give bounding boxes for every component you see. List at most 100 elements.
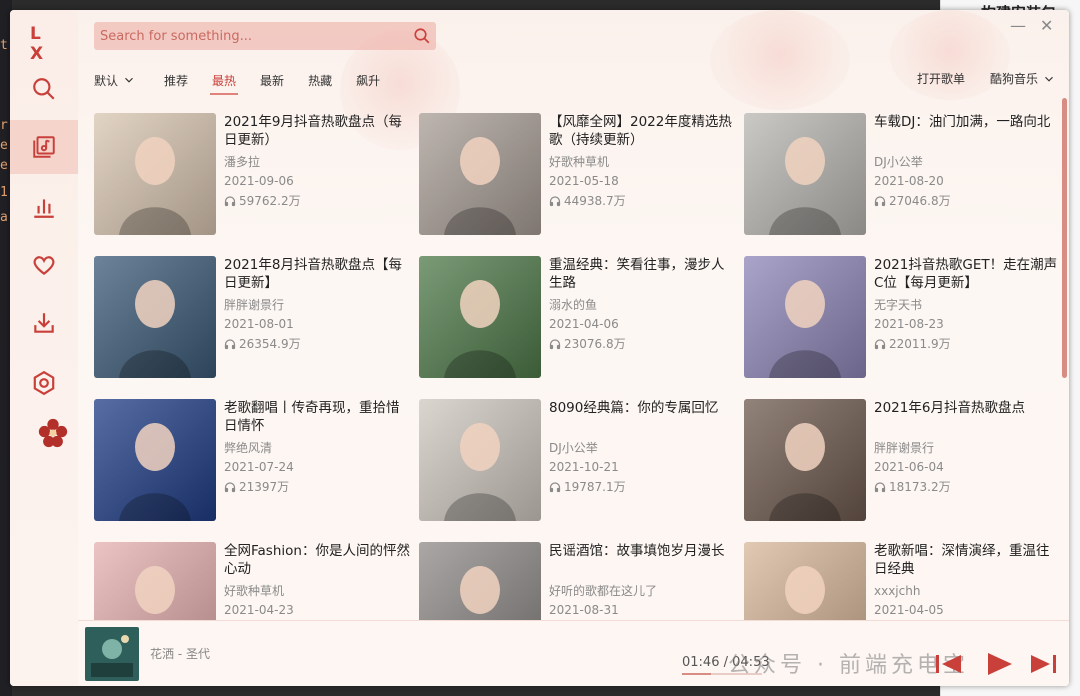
- playlist-cover[interactable]: [744, 399, 866, 521]
- playlist-title[interactable]: 2021年6月抖音热歌盘点: [874, 399, 1060, 435]
- minimize-button[interactable]: —: [1010, 16, 1026, 35]
- app-logo: L X: [30, 24, 52, 64]
- playlist-cover[interactable]: [94, 113, 216, 235]
- playlist-date: 2021-08-31: [549, 603, 619, 617]
- play-count-value: 19787.1万: [564, 480, 626, 494]
- chevron-down-icon: [125, 77, 133, 83]
- open-playlist-button[interactable]: 打开歌单: [917, 70, 965, 87]
- tab-newest[interactable]: 最新: [260, 72, 284, 89]
- playlist-author: 好听的歌都在这儿了: [549, 584, 658, 598]
- now-playing-title[interactable]: 花洒 - 圣代: [150, 645, 210, 662]
- source-dropdown-label: 酷狗音乐: [990, 72, 1039, 86]
- playlist-cover[interactable]: [744, 113, 866, 235]
- playlist-cover[interactable]: [94, 542, 216, 620]
- playlist-title[interactable]: 重温经典：笑看往事，漫步人生路: [549, 256, 735, 292]
- tab-hot-collect[interactable]: 热藏: [308, 72, 332, 89]
- sidebar-item-song-list[interactable]: [10, 120, 78, 174]
- search-icon: [33, 78, 55, 100]
- playlist-title[interactable]: 2021年9月抖音热歌盘点（每日更新）: [224, 113, 410, 149]
- playlist-cover[interactable]: [419, 542, 541, 620]
- progress-fill: [682, 673, 711, 675]
- headphone-icon: [224, 196, 236, 207]
- search-icon[interactable]: [408, 22, 436, 50]
- playlist-card[interactable]: 民谣酒馆：故事填饱岁月漫长好听的歌都在这儿了 2021-08-31: [419, 542, 734, 620]
- current-time: 01:46: [682, 655, 720, 670]
- search-input[interactable]: [94, 22, 408, 50]
- playlist-card[interactable]: 2021年8月抖音热歌盘点【每日更新】 胖胖谢景行 2021-08-01 26354.…: [94, 256, 409, 380]
- playlist-title[interactable]: 2021年8月抖音热歌盘点【每日更新】: [224, 256, 410, 292]
- playlist-card[interactable]: 全网Fashion：你是人间的怦然心动 好歌种草机 2021-04-23: [94, 542, 410, 620]
- sidebar-item-favorites[interactable]: [10, 238, 78, 292]
- playlist-info: 老歌翻唱丨传奇再现，重拾惜日情怀 弊绝风清 2021-07-24 21397万: [224, 399, 410, 495]
- play-count-value: 59762.2万: [239, 194, 301, 208]
- playlist-play-count: 59762.2万: [224, 193, 410, 209]
- playlist-cover[interactable]: [94, 399, 216, 521]
- playlist-card[interactable]: 老歌翻唱丨传奇再现，重拾惜日情怀 弊绝风清 2021-07-24 21397万: [94, 399, 409, 523]
- playlist-info: 8090经典篇：你的专属回忆 DJ小公举 2021-10-21 19787.1万: [549, 399, 735, 495]
- play-button[interactable]: [984, 651, 1014, 677]
- playlist-title[interactable]: 车载DJ：油门加满，一路向北: [874, 113, 1060, 149]
- playlist-title[interactable]: 8090经典篇：你的专属回忆: [549, 399, 735, 435]
- playlist-author: 溺水的鱼: [549, 298, 598, 312]
- playlist-author: 无字天书: [874, 298, 923, 312]
- playlist-card[interactable]: 2021抖音热歌GET！走在潮声C位【每月更新】 无字天书 2021-08-23 22…: [744, 256, 1059, 380]
- tab-hottest[interactable]: 最热: [210, 72, 239, 95]
- playlist-card[interactable]: 重温经典：笑看往事，漫步人生路 溺水的鱼 2021-04-06 23076.8万: [419, 256, 734, 380]
- playlist-author: 胖胖谢景行: [224, 298, 285, 312]
- playlist-card[interactable]: 【风靡全网】2022年度精选热歌（持续更新） 好歌种草机 2021-05-18 449…: [419, 113, 734, 237]
- sidebar-item-download[interactable]: [10, 296, 78, 350]
- watermark: 公众号 · 前端充电宝: [728, 653, 969, 678]
- playlist-title[interactable]: 老歌翻唱丨传奇再现，重拾惜日情怀: [224, 399, 410, 435]
- next-button[interactable]: [1028, 651, 1058, 677]
- playlist-author: 弊绝风清: [224, 441, 273, 455]
- search-bar: [94, 22, 436, 50]
- sort-dropdown[interactable]: 默认: [94, 72, 136, 89]
- player-bar: 花洒 - 圣代 01:46 / 04:53 公众号 · 前端充电宝: [78, 620, 1069, 686]
- playlist-grid: 2021年9月抖音热歌盘点（每日更新） 潘多拉 2021-09-06 59762.2万…: [94, 113, 1066, 620]
- playlist-title[interactable]: 全网Fashion：你是人间的怦然心动: [224, 542, 410, 578]
- playlist-cover[interactable]: [419, 113, 541, 235]
- playlist-card[interactable]: 2021年9月抖音热歌盘点（每日更新） 潘多拉 2021-09-06 59762.2万: [94, 113, 409, 237]
- play-count-value: 22011.9万: [889, 337, 951, 351]
- playlist-author: 胖胖谢景行: [874, 441, 935, 455]
- playlist-cover[interactable]: [94, 256, 216, 378]
- playlist-card[interactable]: 8090经典篇：你的专属回忆 DJ小公举 2021-10-21 19787.1万: [419, 399, 734, 523]
- playlist-play-count: 27046.8万: [874, 193, 1060, 209]
- playlist-card[interactable]: 2021年6月抖音热歌盘点 胖胖谢景行 2021-06-04 18173.2万: [744, 399, 1059, 523]
- playlist-info: 2021年9月抖音热歌盘点（每日更新） 潘多拉 2021-09-06 59762.2万: [224, 113, 410, 209]
- music-list-icon: [33, 136, 55, 158]
- playlist-date: 2021-05-18: [549, 174, 619, 188]
- sidebar-item-search[interactable]: [10, 62, 78, 116]
- playlist-date: 2021-08-20: [874, 174, 944, 188]
- sidebar-item-leaderboard[interactable]: [10, 180, 78, 234]
- headphone-icon: [549, 482, 561, 493]
- source-dropdown[interactable]: 酷狗音乐: [990, 70, 1056, 87]
- playlist-info: 车载DJ：油门加满，一路向北 DJ小公举 2021-08-20 27046.8万: [874, 113, 1060, 209]
- previous-icon: [936, 655, 961, 673]
- play-count-value: 44938.7万: [564, 194, 626, 208]
- playlist-title[interactable]: 【风靡全网】2022年度精选热歌（持续更新）: [549, 113, 735, 149]
- playlist-cover[interactable]: [419, 256, 541, 378]
- playlist-play-count: 18173.2万: [874, 479, 1060, 495]
- playlist-card[interactable]: 车载DJ：油门加满，一路向北 DJ小公举 2021-08-20 27046.8万: [744, 113, 1059, 237]
- headphone-icon: [224, 482, 236, 493]
- download-icon: [34, 313, 54, 333]
- tab-rising[interactable]: 飙升: [356, 72, 380, 89]
- playlist-title[interactable]: 民谣酒馆：故事填饱岁月漫长: [549, 542, 735, 578]
- playlist-cover[interactable]: [419, 399, 541, 521]
- previous-button[interactable]: [934, 651, 964, 677]
- now-playing-cover[interactable]: [85, 627, 139, 681]
- chevron-down-icon: [1045, 76, 1053, 82]
- playlist-info: 2021年6月抖音热歌盘点 胖胖谢景行 2021-06-04 18173.2万: [874, 399, 1060, 495]
- playlist-title[interactable]: 老歌新唱：深情演绎，重温往日经典: [874, 542, 1060, 578]
- playlist-title[interactable]: 2021抖音热歌GET！走在潮声C位【每月更新】: [874, 256, 1060, 292]
- scrollbar-thumb[interactable]: [1062, 98, 1067, 378]
- sidebar-item-settings[interactable]: [10, 356, 78, 410]
- close-button[interactable]: ✕: [1040, 16, 1053, 35]
- playlist-card[interactable]: 老歌新唱：深情演绎，重温往日经典 xxxjchh 2021-04-05: [744, 542, 1059, 620]
- playlist-cover[interactable]: [744, 256, 866, 378]
- heart-icon: [33, 256, 55, 276]
- playlist-cover[interactable]: [744, 542, 866, 620]
- playlist-author: DJ小公举: [874, 155, 923, 169]
- tab-recommend[interactable]: 推荐: [164, 72, 188, 89]
